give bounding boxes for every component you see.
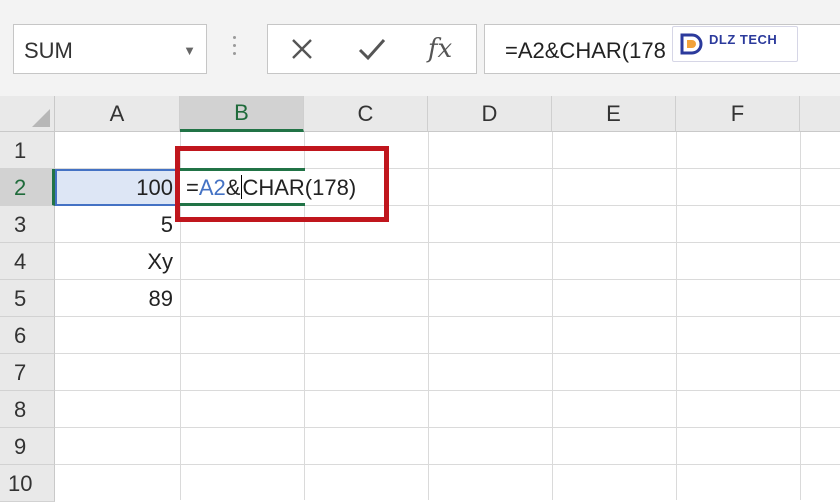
row-header-8[interactable]: 8 — [0, 391, 55, 428]
formula-bar-value: =A2&CHAR(178 — [505, 38, 666, 63]
column-header-f[interactable]: F — [676, 96, 800, 132]
row-header-4[interactable]: 4 — [0, 243, 55, 280]
column-header-a[interactable]: A — [55, 96, 180, 132]
enter-button[interactable] — [352, 33, 392, 65]
row-header-6[interactable]: 6 — [0, 317, 55, 354]
gridline — [55, 464, 840, 465]
checkmark-icon — [358, 39, 386, 61]
formula-buttons-group: fx — [267, 24, 477, 74]
name-box-dropdown-icon[interactable]: ▼ — [183, 43, 196, 58]
watermark-brand: DLZ TECH — [709, 32, 778, 47]
cell-a3[interactable]: 5 — [55, 206, 180, 243]
watermark-logo: DLZ TECH — [672, 26, 798, 62]
name-box[interactable]: SUM ▼ — [13, 24, 207, 74]
column-header-b[interactable]: B — [180, 96, 304, 132]
row-header-10[interactable]: 10 — [0, 465, 55, 502]
row-header-7[interactable]: 7 — [0, 354, 55, 391]
gridline — [55, 390, 840, 391]
column-header-e[interactable]: E — [552, 96, 676, 132]
fx-icon: fx — [427, 34, 453, 64]
highlight-annotation-box — [175, 146, 389, 222]
dlz-logo-icon — [680, 33, 703, 55]
formula-bar-grip-icon[interactable] — [232, 36, 238, 64]
row-header-2[interactable]: 2 — [0, 169, 55, 206]
row-header-5[interactable]: 5 — [0, 280, 55, 317]
cell-a2[interactable]: 100 — [55, 169, 180, 206]
cancel-button[interactable] — [282, 33, 322, 65]
spreadsheet-grid[interactable]: A B C D E F 1 2 3 4 5 6 7 8 9 10 100 5 X… — [0, 96, 840, 502]
column-header-c[interactable]: C — [304, 96, 428, 132]
row-header-9[interactable]: 9 — [0, 428, 55, 465]
gridline — [55, 427, 840, 428]
cancel-icon — [292, 39, 312, 59]
cell-a4[interactable]: Xy — [55, 243, 180, 280]
column-header-d[interactable]: D — [428, 96, 552, 132]
row-header-1[interactable]: 1 — [0, 132, 55, 169]
gridline — [55, 353, 840, 354]
name-box-value: SUM — [24, 38, 73, 63]
formula-bar-area: SUM ▼ fx =A2&CHAR(178 DLZ TECH — [0, 8, 840, 96]
select-all-button[interactable] — [0, 96, 55, 132]
insert-function-button[interactable]: fx — [420, 33, 460, 65]
row-header-3[interactable]: 3 — [0, 206, 55, 243]
cell-a5[interactable]: 89 — [55, 280, 180, 317]
column-header-overflow[interactable] — [800, 96, 840, 132]
